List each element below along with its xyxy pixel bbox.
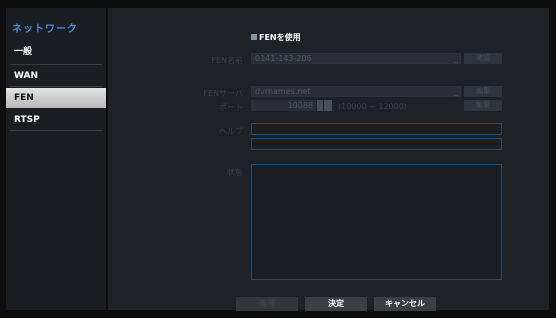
port-keyboard-icon[interactable] bbox=[324, 100, 332, 111]
fen-server-label: FENサーバ bbox=[203, 89, 243, 98]
divider bbox=[10, 130, 102, 131]
fen-name-input[interactable]: 0141-143-206 _ bbox=[251, 53, 461, 64]
fen-name-label: FEN名前 bbox=[211, 56, 243, 65]
fen-name-value: 0141-143-206 bbox=[255, 54, 312, 63]
apply-button[interactable]: 適用 bbox=[236, 297, 298, 311]
sidebar-item-general[interactable]: 一般 bbox=[6, 42, 106, 62]
divider bbox=[10, 64, 102, 65]
checkbox-icon bbox=[251, 34, 257, 40]
sidebar-item-wan[interactable]: WAN bbox=[6, 66, 106, 86]
sidebar-item-fen[interactable]: FEN bbox=[6, 88, 106, 108]
sidebar-item-rtsp[interactable]: RTSP bbox=[6, 110, 106, 130]
port-edit-button[interactable]: 編集 bbox=[464, 100, 502, 111]
port-spinner-icon[interactable] bbox=[317, 100, 323, 111]
status-box bbox=[251, 164, 502, 280]
port-range: (10000 ~ 12000) bbox=[338, 102, 407, 111]
sidebar: ネットワーク 一般 WAN FEN RTSP bbox=[6, 8, 106, 310]
ok-button[interactable]: 決定 bbox=[305, 297, 367, 311]
help-label: ヘルプ bbox=[219, 127, 243, 136]
fen-settings-panel: FENを使用 FEN名前 0141-143-206 _ 確認 FENサーバ dv… bbox=[108, 8, 549, 310]
port-input[interactable]: 10088 bbox=[251, 100, 316, 111]
fen-server-select[interactable]: dvrnames.net _ bbox=[251, 86, 461, 97]
divider bbox=[10, 86, 102, 87]
status-label: 状態 bbox=[227, 168, 243, 177]
help-field-1 bbox=[251, 123, 502, 135]
fen-enable-checkbox[interactable]: FENを使用 bbox=[251, 32, 301, 43]
sidebar-title: ネットワーク bbox=[12, 24, 78, 35]
server-edit-button[interactable]: 編集 bbox=[464, 86, 502, 97]
network-settings-window: ネットワーク 一般 WAN FEN RTSP FENを使用 FEN名前 0141… bbox=[0, 0, 556, 318]
fen-enable-label: FENを使用 bbox=[259, 33, 301, 42]
fen-server-value: dvrnames.net bbox=[255, 87, 311, 96]
check-button[interactable]: 確認 bbox=[464, 53, 502, 64]
port-label: ポート bbox=[219, 103, 243, 112]
dropdown-icon: _ bbox=[454, 54, 458, 63]
help-field-2 bbox=[251, 138, 502, 150]
cancel-button[interactable]: キャンセル bbox=[374, 297, 436, 311]
dropdown-icon: _ bbox=[454, 87, 458, 96]
